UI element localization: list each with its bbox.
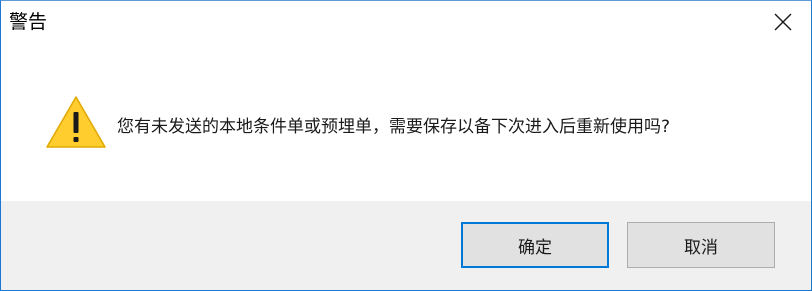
- button-bar: 确定 取消: [1, 201, 811, 290]
- title-bar[interactable]: 警告: [1, 1, 811, 43]
- dialog-message: 您有未发送的本地条件单或预埋单，需要保存以备下次进入后重新使用吗?: [117, 117, 671, 137]
- close-button[interactable]: [755, 1, 811, 43]
- dialog-title: 警告: [9, 11, 48, 33]
- ok-button[interactable]: 确定: [461, 222, 609, 268]
- cancel-button[interactable]: 取消: [627, 222, 775, 268]
- dialog-body: 您有未发送的本地条件单或预埋单，需要保存以备下次进入后重新使用吗?: [1, 43, 811, 201]
- warning-dialog: 警告 您有未发送的本地条件单或预埋单，需要保存以备下次进入后重新使用吗? 确定 …: [0, 0, 812, 291]
- close-icon: [774, 13, 792, 31]
- warning-icon: [46, 96, 106, 148]
